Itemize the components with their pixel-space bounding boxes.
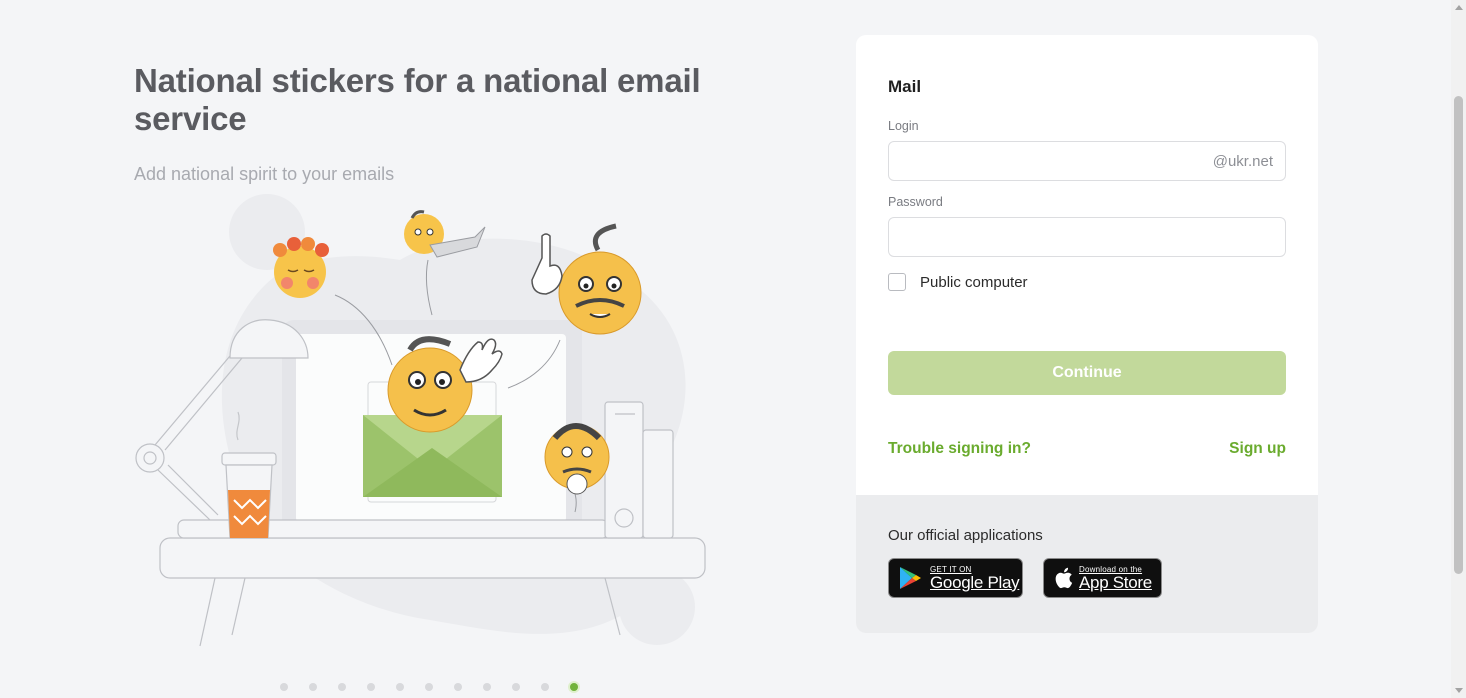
slider-dot[interactable] <box>454 683 462 691</box>
app-store-big-text: App Store <box>1079 572 1152 592</box>
password-label: Password <box>888 195 943 209</box>
apple-icon <box>1055 567 1073 589</box>
slider-dot[interactable] <box>338 683 346 691</box>
password-field <box>888 217 1286 257</box>
slider-dot[interactable] <box>309 683 317 691</box>
slider-dots <box>280 683 578 691</box>
slider-dot[interactable] <box>396 683 404 691</box>
public-computer-row[interactable]: Public computer <box>888 273 1028 291</box>
login-field: @ukr.net <box>888 141 1286 181</box>
public-computer-label: Public computer <box>920 273 1028 291</box>
slider-dot[interactable] <box>280 683 288 691</box>
trouble-signing-in-link[interactable]: Trouble signing in? <box>888 440 1031 458</box>
promo-subtitle: Add national spirit to your emails <box>134 164 395 184</box>
password-input[interactable] <box>889 218 1285 256</box>
google-play-big-text: Google Play <box>930 572 1020 592</box>
slider-dot[interactable] <box>425 683 433 691</box>
page-scrollbar[interactable] <box>1451 0 1466 698</box>
login-card: Mail Login @ukr.net Password Public comp… <box>856 35 1318 633</box>
public-computer-checkbox[interactable] <box>888 273 906 291</box>
slider-dot[interactable] <box>570 683 578 691</box>
google-play-icon <box>900 567 921 589</box>
slider-dot[interactable] <box>483 683 491 691</box>
slider-dot[interactable] <box>367 683 375 691</box>
card-title: Mail <box>888 77 922 96</box>
sign-up-link[interactable]: Sign up <box>1229 440 1286 458</box>
google-play-button[interactable]: GET IT ON Google Play <box>888 558 1023 598</box>
scrollbar-thumb[interactable] <box>1454 96 1463 574</box>
blob-circle-bottom <box>619 569 695 645</box>
login-label: Login <box>888 119 919 133</box>
official-apps-section: Our official applications GET IT ON Goog… <box>856 495 1318 633</box>
promo-title: National stickers for a national email s… <box>134 62 701 137</box>
apps-title: Our official applications <box>888 527 1043 544</box>
app-store-button[interactable]: Download on the App Store <box>1043 558 1162 598</box>
scroll-down-arrow-icon[interactable] <box>1455 688 1463 693</box>
stickers-illustration <box>135 194 706 647</box>
promo-section: National stickers for a national email s… <box>134 62 734 184</box>
login-domain-suffix: @ukr.net <box>1212 153 1273 170</box>
scroll-up-arrow-icon[interactable] <box>1455 5 1463 10</box>
continue-button[interactable]: Continue <box>888 351 1286 395</box>
slider-dot[interactable] <box>512 683 520 691</box>
slider-dot[interactable] <box>541 683 549 691</box>
